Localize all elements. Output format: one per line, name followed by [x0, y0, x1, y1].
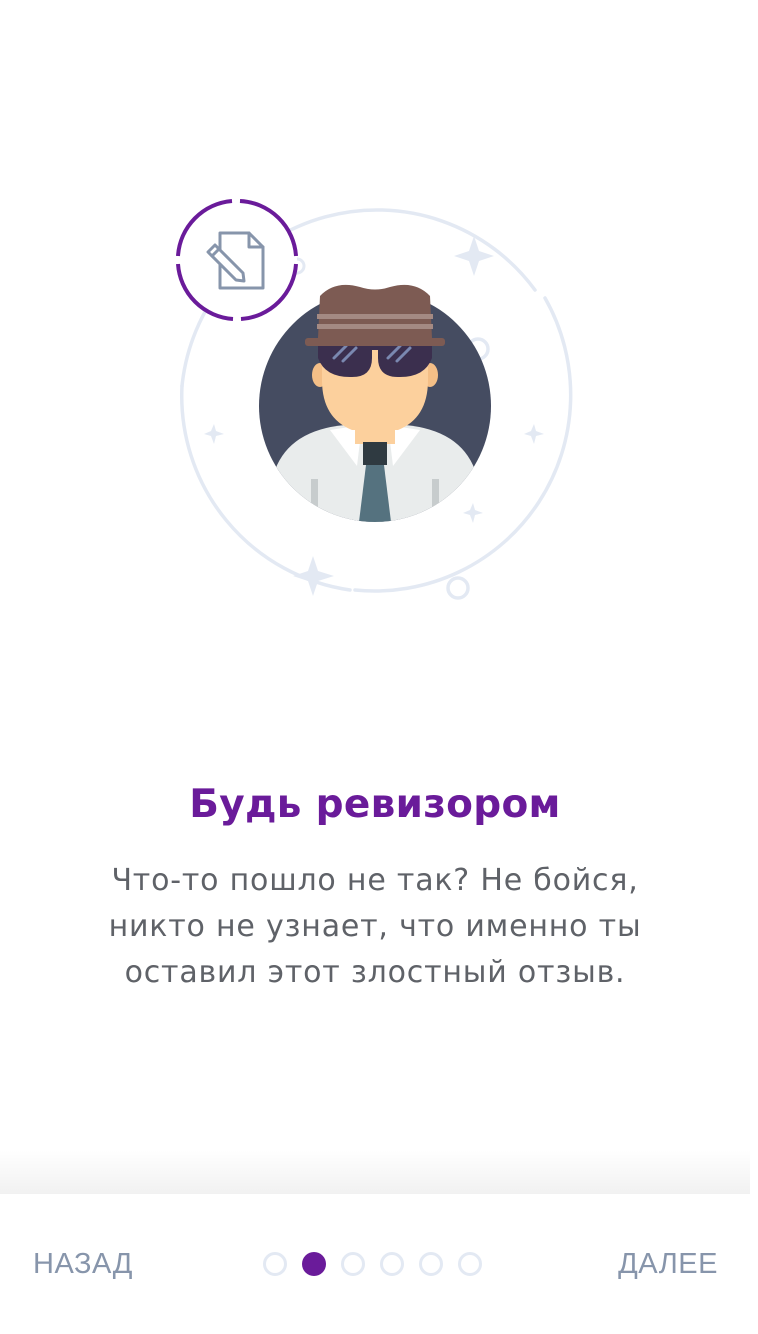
onboarding-screen: Будь ревизором Что-то пошло не так? Не б… — [0, 0, 750, 1334]
sparkle-icon — [293, 556, 334, 596]
sparkle-icon — [524, 424, 544, 444]
bottom-bar-shadow — [0, 1150, 750, 1194]
sparkle-icon — [204, 424, 224, 444]
edit-badge — [176, 199, 298, 321]
onboarding-description: Что-то пошло не так? Не бойся, никто не … — [108, 863, 642, 990]
page-dot-5[interactable] — [419, 1252, 443, 1276]
bottom-navigation-bar: НАЗАД ДАЛЕЕ — [0, 1194, 750, 1334]
page-dot-2-active[interactable] — [302, 1252, 326, 1276]
sparkle-icon — [454, 236, 494, 276]
sparkle-icon — [463, 503, 483, 523]
page-dot-6[interactable] — [458, 1252, 482, 1276]
onboarding-title: Будь ревизором — [189, 782, 561, 827]
page-indicator — [263, 1251, 482, 1277]
page-dot-4[interactable] — [380, 1252, 404, 1276]
onboarding-illustration — [176, 199, 573, 600]
next-button[interactable]: ДАЛЕЕ — [618, 1244, 718, 1284]
page-dot-3[interactable] — [341, 1252, 365, 1276]
back-button[interactable]: НАЗАД — [33, 1244, 133, 1284]
detective-avatar — [259, 284, 491, 522]
orbit-dot — [446, 576, 470, 600]
page-dot-1[interactable] — [263, 1252, 287, 1276]
